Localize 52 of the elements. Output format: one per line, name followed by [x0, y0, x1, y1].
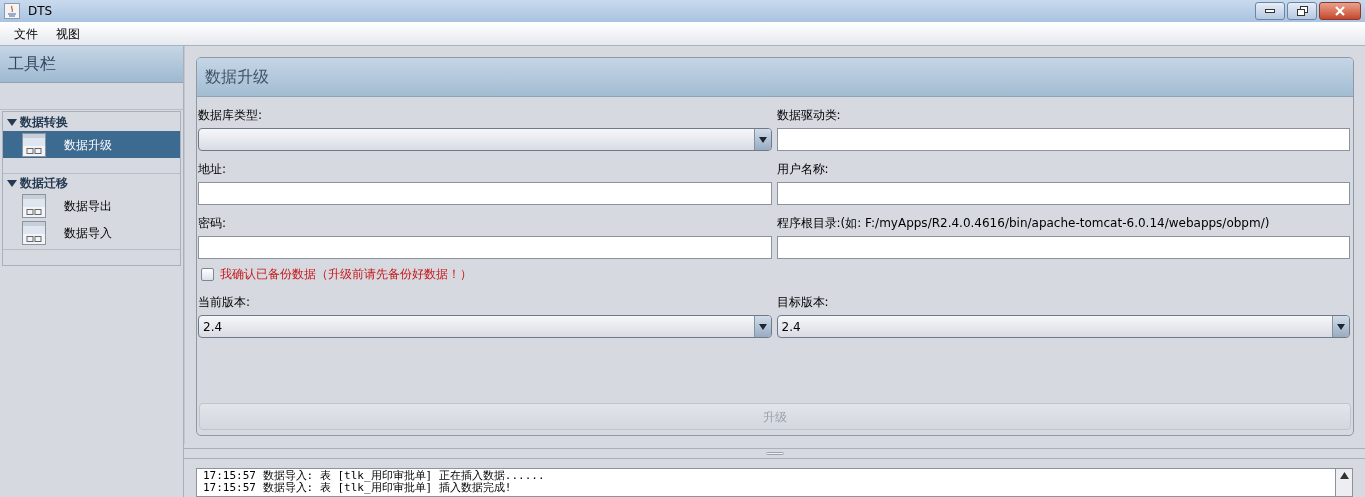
- app-icon: [4, 3, 20, 19]
- checkbox-label: 我确认已备份数据（升级前请先备份好数据！）: [220, 266, 472, 283]
- window-title: DTS: [28, 3, 53, 20]
- window-icon: [22, 132, 46, 157]
- dropdown[interactable]: 2.4: [776, 315, 1350, 338]
- restore-icon: [1296, 6, 1308, 16]
- minimize-button[interactable]: [1255, 2, 1285, 20]
- tree-item[interactable]: 数据导入: [3, 219, 180, 246]
- item-label: 数据导入: [64, 224, 112, 242]
- scrollbar[interactable]: [1336, 468, 1353, 497]
- panel-title: 数据升级: [205, 66, 269, 88]
- close-button[interactable]: [1319, 2, 1361, 20]
- sidebar-title: 工具栏: [8, 53, 56, 75]
- field-label: 当前版本:: [198, 293, 252, 311]
- field-label: 用户名称:: [776, 160, 830, 178]
- scroll-up-icon[interactable]: [1339, 472, 1349, 479]
- item-label: 数据导出: [64, 197, 112, 215]
- dropdown-arrow-icon: [1337, 323, 1345, 330]
- input-field[interactable]: [776, 236, 1350, 259]
- checkbox[interactable]: [201, 267, 214, 281]
- input-field[interactable]: [198, 182, 772, 205]
- log-line: 17:15:57 数据导入: 表 [tlk_用印审批单] 插入数据完成!: [203, 482, 513, 494]
- tree-item[interactable]: 数据升级: [3, 131, 180, 158]
- item-label: 数据升级: [64, 136, 112, 154]
- window-icon: [22, 193, 46, 218]
- dropdown-arrow-icon: [758, 136, 767, 143]
- field-label: 目标版本:: [776, 293, 830, 311]
- menu-item[interactable]: 视图: [48, 23, 88, 44]
- dropdown-value: 2.4: [780, 318, 802, 336]
- window-icon: [22, 220, 46, 245]
- dropdown-value: 2.4: [202, 318, 224, 336]
- dropdown[interactable]: [198, 128, 772, 151]
- log-line: 17:15:57 数据导入: 表 [tlk_用印审批单] 正在插入数据......: [203, 470, 546, 482]
- dropdown[interactable]: 2.4: [198, 315, 772, 338]
- field-label: 地址:: [198, 160, 228, 178]
- menu-item[interactable]: 文件: [6, 23, 46, 44]
- input-field[interactable]: [198, 236, 772, 259]
- restore-button[interactable]: [1287, 2, 1317, 20]
- field-label: 数据库类型:: [198, 106, 264, 124]
- tree-item[interactable]: 数据导出: [3, 192, 180, 219]
- field-label: 密码:: [198, 214, 228, 232]
- input-field[interactable]: [776, 182, 1350, 205]
- group-label: 数据迁移: [20, 175, 68, 192]
- minimize-icon: [1265, 9, 1275, 13]
- group-label: 数据转换: [20, 113, 68, 131]
- input-field[interactable]: [776, 128, 1350, 151]
- close-icon: [1334, 6, 1346, 16]
- field-label: 程序根目录:(如: F:/myApps/R2.4.0.4616/bin/apache-tomcat-6.0.14/webapps/obpm/): [776, 214, 1271, 232]
- tree-group[interactable]: 数据转换: [3, 112, 180, 131]
- field-label: 数据驱动类:: [776, 106, 842, 124]
- tree-group[interactable]: 数据迁移: [3, 173, 180, 192]
- dropdown-arrow-icon: [758, 323, 767, 330]
